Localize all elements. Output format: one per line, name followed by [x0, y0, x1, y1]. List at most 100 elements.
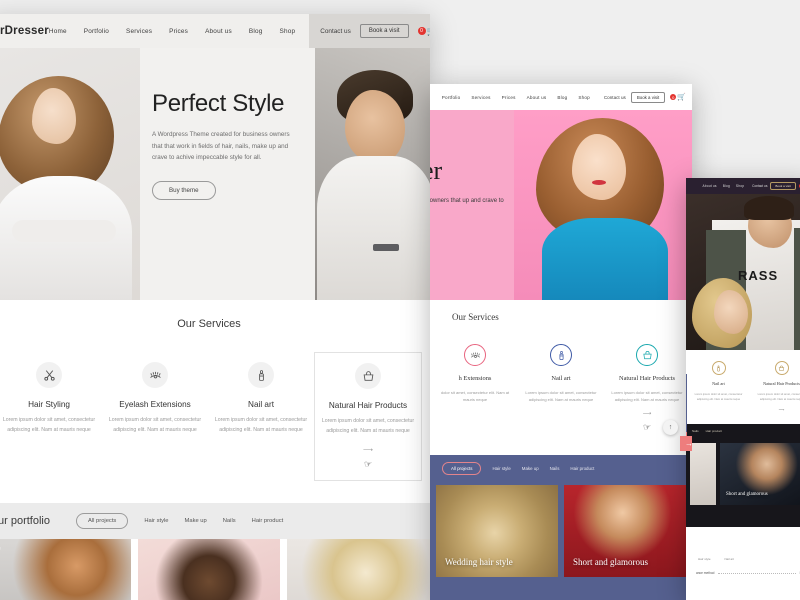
- service-name: Natural Hair Products: [763, 381, 800, 386]
- nav-item-about-us[interactable]: About us: [205, 28, 232, 35]
- service-card-nail-art[interactable]: Nail art Lorem ipsum dolor sit amet, con…: [208, 352, 314, 481]
- portfolio-filter-hair-product[interactable]: Hair product: [706, 429, 722, 433]
- scroll-to-top-button-w2[interactable]: ↑: [663, 420, 678, 435]
- screenshot-stage: airDresser Home Portfolio Services Price…: [0, 0, 800, 600]
- portfolio-filter-all-projects[interactable]: All projects: [75, 513, 129, 530]
- services-section-w2: Our Services h Extensions dolor sit amet…: [430, 300, 692, 456]
- book-a-visit-button-w2[interactable]: Book a visit: [630, 91, 666, 103]
- nav-item-blog[interactable]: Blog: [557, 95, 567, 100]
- browser-window-dark-gold-theme[interactable]: About us Blog Shop Contact us Book a vis…: [686, 178, 800, 600]
- nav-item-contact-us[interactable]: Contact us: [752, 184, 767, 188]
- buy-theme-button-w1[interactable]: Buy theme: [152, 180, 216, 200]
- portfolio-card[interactable]: Short and glamorous: [720, 442, 800, 505]
- service-arrow[interactable]: ⟶: [321, 446, 415, 454]
- service-name: Eyelash Extensions: [119, 400, 191, 409]
- service-desc: Lorem ipsum dolor sit amet, consectetur …: [757, 393, 800, 401]
- hero-text-block-w1: Perfect Style A Wordpress Theme created …: [140, 48, 315, 300]
- browser-window-pink-theme[interactable]: Portfolio Services Prices About us Blog …: [430, 84, 692, 600]
- photo-face-shape: [345, 90, 405, 164]
- nav-item-contact-us[interactable]: Contact us: [604, 95, 626, 100]
- portfolio-filter-hair-style[interactable]: Hair style: [492, 466, 510, 471]
- photo-face-shape: [714, 290, 748, 334]
- nav-item-about-us[interactable]: About us: [703, 184, 717, 188]
- service-desc: Lorem ipsum dolor sit amet, consectetur …: [694, 393, 743, 401]
- portfolio-card[interactable]: ♡ Red hair is hot Read more: [0, 539, 131, 600]
- nav-item-blog[interactable]: Blog: [723, 184, 730, 188]
- portfolio-card-label: Short and glamorous: [726, 491, 768, 497]
- hero-section-w3: RASS: [686, 194, 800, 350]
- portfolio-section-w3: Short and glamorous: [686, 438, 800, 527]
- portfolio-card[interactable]: [690, 442, 716, 505]
- portfolio-grid-w1: ♡ Red hair is hot Read more Wedding hair…: [0, 539, 430, 600]
- nav-item-shop[interactable]: Shop: [578, 95, 590, 100]
- services-row-w3: Nail art Lorem ipsum dolor sit amet, con…: [686, 357, 800, 416]
- services-heading-w2: Our Services: [452, 312, 499, 322]
- nail-polish-icon: [248, 362, 274, 388]
- basket-icon: [774, 361, 789, 375]
- nav-item-portfolio[interactable]: Portfolio: [442, 95, 461, 100]
- shopping-cart-icon: 🛒: [427, 26, 431, 36]
- service-desc: Lorem ipsum dolor sit amet, consectetur …: [525, 390, 597, 403]
- service-card-natural-hair-products[interactable]: Natural Hair Products Lorem ipsum dolor …: [750, 357, 800, 416]
- nav-item-services[interactable]: Services: [471, 95, 490, 100]
- navigation-bar-w1: airDresser Home Portfolio Services Price…: [0, 14, 430, 48]
- footer-tab-hair-style[interactable]: Hair style: [698, 557, 711, 561]
- portfolio-grid-w2: Wedding hair style Short and glamorous: [436, 485, 686, 578]
- nav-item-contact-us[interactable]: Contact us: [320, 28, 351, 35]
- portfolio-next-arrow-button-w2[interactable]: →: [680, 436, 692, 451]
- eyelash-icon: [142, 362, 168, 388]
- book-a-visit-button-w1[interactable]: Book a visit: [359, 24, 409, 38]
- nav-item-services[interactable]: Services: [126, 28, 152, 35]
- portfolio-filter-hair-style[interactable]: Hair style: [144, 518, 168, 524]
- portfolio-filters-w1: All projects Hair style Make up Nails Ha…: [75, 513, 284, 530]
- hero-text-block-w2: er ss owners that up and crave to: [430, 156, 552, 207]
- hero-subtitle-w2: ss owners that up and crave to: [430, 198, 504, 204]
- nav-item-prices[interactable]: Prices: [169, 28, 188, 35]
- nav-item-about-us[interactable]: About us: [527, 95, 547, 100]
- portfolio-filter-hair-product[interactable]: Hair product: [252, 518, 284, 524]
- portfolio-filter-make-up[interactable]: Make up: [185, 518, 207, 524]
- portfolio-card[interactable]: Wedding hair style: [137, 539, 281, 600]
- nav-item-blog[interactable]: Blog: [249, 28, 263, 35]
- service-arrow[interactable]: ⟶: [752, 407, 800, 412]
- photo-watch-shape: [373, 244, 399, 251]
- portfolio-card[interactable]: Short and glamorous: [287, 539, 430, 600]
- service-card-eyelash-extensions[interactable]: Eyelash Extensions Lorem ipsum dolor sit…: [102, 352, 208, 481]
- cart-widget-w2[interactable]: 0 🛒: [670, 94, 686, 101]
- basket-icon: [636, 344, 658, 366]
- nav-item-portfolio[interactable]: Portfolio: [84, 28, 109, 35]
- nav-item-prices[interactable]: Prices: [502, 95, 516, 100]
- heart-icon[interactable]: ♡: [0, 546, 1, 554]
- portfolio-card[interactable]: Wedding hair style: [436, 485, 558, 578]
- portfolio-filter-nails[interactable]: Nails: [550, 466, 560, 471]
- photo-lips-shape: [592, 180, 606, 185]
- nav-item-shop[interactable]: Shop: [280, 28, 296, 35]
- service-card-natural-hair-products[interactable]: Natural Hair Products Lorem ipsum dolor …: [314, 352, 422, 482]
- nav-item-shop[interactable]: Shop: [736, 184, 744, 188]
- cart-widget-w1[interactable]: 0 🛒: [417, 26, 431, 36]
- portfolio-filter-nails[interactable]: Nails: [223, 518, 236, 524]
- hero-section-w1: Perfect Style A Wordpress Theme created …: [0, 48, 430, 300]
- nav-item-home[interactable]: Home: [49, 28, 67, 35]
- service-arrow[interactable]: ⟶: [607, 410, 687, 417]
- photo-hair-shape: [744, 196, 794, 220]
- browser-window-light-theme[interactable]: airDresser Home Portfolio Services Price…: [0, 14, 430, 600]
- site-logo-w1[interactable]: airDresser: [0, 25, 49, 37]
- portfolio-filter-make-up[interactable]: Make up: [522, 466, 539, 471]
- window2-edge-sliver: [686, 374, 687, 432]
- portfolio-card[interactable]: Short and glamorous: [564, 485, 686, 578]
- portfolio-filter-hair-product[interactable]: Hair product: [570, 466, 594, 471]
- footer-tab-nail-art[interactable]: Nail art: [725, 557, 735, 561]
- book-a-visit-button-w3[interactable]: Book a visit: [770, 182, 796, 190]
- service-card-nail-art[interactable]: Nail art Lorem ipsum dolor sit amet, con…: [687, 357, 750, 416]
- portfolio-filter-all-projects[interactable]: All projects: [442, 461, 482, 475]
- hero-title-w1: Perfect Style: [152, 90, 285, 117]
- service-card-hair-styling[interactable]: Hair Styling Lorem ipsum dolor sit amet,…: [0, 352, 102, 481]
- portfolio-filter-nails[interactable]: Nails: [692, 429, 699, 433]
- service-card-eyelash-extensions[interactable]: h Extensions dolor sit amet, consectetur…: [432, 338, 518, 441]
- service-card-nail-art[interactable]: Nail art Lorem ipsum dolor sit amet, con…: [518, 338, 604, 441]
- portfolio-filters-w2: All projects Hair style Make up Nails Ha…: [442, 461, 594, 475]
- photo-vest-shape: [794, 228, 800, 350]
- service-name: Nail art: [712, 381, 725, 386]
- services-section-w1: Our Services Hair Styling Lorem ipsum do…: [0, 300, 430, 504]
